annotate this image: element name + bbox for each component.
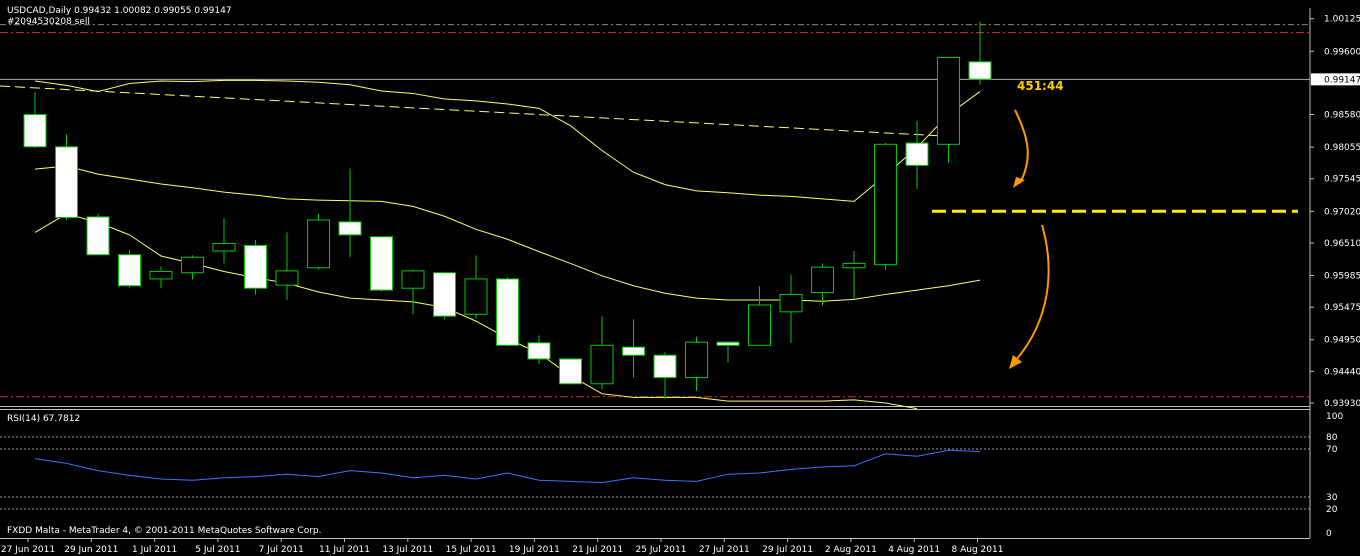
price-tick-label: 0.94440: [1324, 367, 1360, 377]
symbol-header: USDCAD,Daily 0.99432 1.00082 0.99055 0.9…: [7, 6, 232, 16]
bull-candle[interactable]: [874, 143, 897, 266]
countdown-label: 451:44: [1017, 79, 1064, 93]
bear-candle[interactable]: [244, 244, 267, 289]
time-tick-label: 13 Jul 2011: [382, 545, 433, 555]
bull-candle[interactable]: [748, 304, 771, 346]
bull-candle[interactable]: [937, 56, 960, 145]
time-tick-label: 7 Jul 2011: [259, 545, 304, 555]
bear-candle[interactable]: [653, 354, 677, 379]
bull-candle[interactable]: [149, 270, 173, 280]
time-tick-label: 8 Aug 2011: [952, 545, 1004, 555]
rsi-tick-label: 70: [1326, 445, 1338, 455]
bear-candle[interactable]: [905, 142, 929, 166]
time-tick-label: 11 Jul 2011: [319, 545, 370, 555]
time-tick-label: 5 Jul 2011: [195, 545, 240, 555]
bull-candle[interactable]: [307, 219, 330, 269]
price-tick-label: 0.95985: [1324, 272, 1360, 282]
bear-candle[interactable]: [968, 61, 992, 80]
bull-candle[interactable]: [401, 270, 425, 289]
bear-candle[interactable]: [559, 358, 582, 385]
bear-candle[interactable]: [118, 254, 141, 287]
price-tick-label: 0.94950: [1324, 336, 1360, 346]
time-tick-label: 15 Jul 2011: [446, 545, 497, 555]
price-tick-label: 1.00125: [1324, 15, 1360, 25]
rsi-tick-label: 30: [1326, 493, 1338, 503]
rsi-tick-label: 80: [1326, 433, 1338, 443]
order-label: #2094530208 sell: [7, 17, 90, 27]
bull-candle[interactable]: [275, 270, 299, 286]
copyright-label: FXDD Malta - MetaTrader 4, © 2001-2011 M…: [7, 526, 322, 536]
bear-candle[interactable]: [433, 272, 456, 317]
bear-candle[interactable]: [496, 278, 519, 346]
time-tick-label: 21 Jul 2011: [572, 545, 623, 555]
bull-candle[interactable]: [779, 293, 803, 313]
price-chart[interactable]: 1.00125 0.99600 0.99147 0.98580 0.98055 0.975…: [0, 0, 1360, 556]
time-tick-label: 19 Jul 2011: [509, 545, 560, 555]
bull-candle[interactable]: [842, 262, 866, 269]
price-tick-label: 0.96510: [1324, 239, 1360, 249]
price-tick-label: 0.97020: [1324, 207, 1360, 217]
rsi-tick-label: 100: [1326, 412, 1343, 422]
time-tick-label: 27 Jul 2011: [699, 545, 750, 555]
bull-candle[interactable]: [685, 341, 708, 379]
bear-candle[interactable]: [338, 221, 362, 236]
bear-candle[interactable]: [716, 341, 740, 346]
bear-candle[interactable]: [23, 114, 47, 148]
chart-background: [0, 0, 1360, 556]
price-tick-label: 0.97545: [1324, 175, 1360, 185]
time-tick-label: 1 Jul 2011: [132, 545, 177, 555]
bear-candle[interactable]: [55, 146, 78, 219]
rsi-label: RSI(14) 67.7812: [7, 414, 80, 424]
price-tick-label: 0.95475: [1324, 303, 1360, 313]
bull-candle[interactable]: [464, 278, 488, 315]
bear-candle[interactable]: [370, 236, 393, 291]
time-tick-label: 4 Aug 2011: [888, 545, 940, 555]
bull-candle[interactable]: [590, 344, 614, 385]
time-tick-label: 25 Jul 2011: [636, 545, 687, 555]
price-tick-label: 0.93930: [1324, 399, 1360, 409]
bull-candle[interactable]: [212, 243, 236, 252]
time-tick-label: 27 Jun 2011: [1, 545, 55, 555]
price-tick-label: 0.99147: [1324, 75, 1360, 85]
bear-candle[interactable]: [86, 216, 110, 256]
time-tick-label: 29 Jun 2011: [64, 545, 118, 555]
price-tick-label: 0.98580: [1324, 111, 1360, 121]
time-tick-label: 2 Aug 2011: [825, 545, 877, 555]
price-tick-label: 0.98055: [1324, 143, 1360, 153]
bull-candle[interactable]: [811, 266, 834, 294]
time-tick-label: 29 Jul 2011: [762, 545, 813, 555]
bear-candle[interactable]: [622, 346, 645, 356]
rsi-tick-label: 0: [1326, 529, 1332, 539]
rsi-tick-label: 20: [1326, 505, 1338, 515]
price-tick-label: 0.99600: [1324, 47, 1360, 57]
bear-candle[interactable]: [527, 342, 551, 360]
bull-candle[interactable]: [181, 256, 204, 274]
